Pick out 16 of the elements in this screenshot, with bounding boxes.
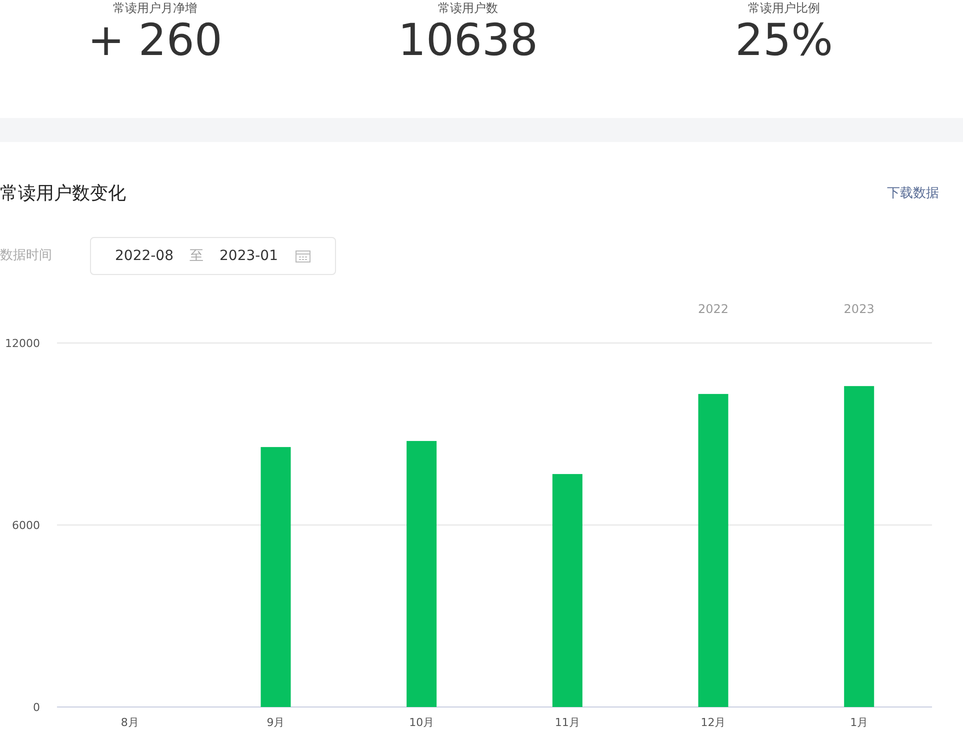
stat-label: 常读用户比例: [748, 1, 820, 15]
y-axis-label: 6000: [12, 519, 40, 532]
stat-label: 常读用户月净增: [113, 1, 197, 15]
stat-value: + 260: [88, 15, 222, 67]
stat-value: 25%: [735, 15, 833, 67]
calendar-icon: [295, 249, 311, 263]
y-axis-label: 0: [33, 701, 40, 714]
stat-value: 10638: [398, 15, 538, 67]
download-link[interactable]: 下载数据: [887, 184, 939, 204]
y-axis-label: 12000: [5, 337, 40, 350]
year-label: 2023: [844, 302, 874, 316]
date-range-picker[interactable]: 2022-08 至 2023-01: [90, 237, 336, 275]
date-label: 数据时间: [0, 247, 53, 266]
year-label: 2022: [698, 302, 729, 316]
section-title: 常读用户数变化: [0, 182, 126, 206]
stat-label: 常读用户数: [438, 1, 498, 15]
